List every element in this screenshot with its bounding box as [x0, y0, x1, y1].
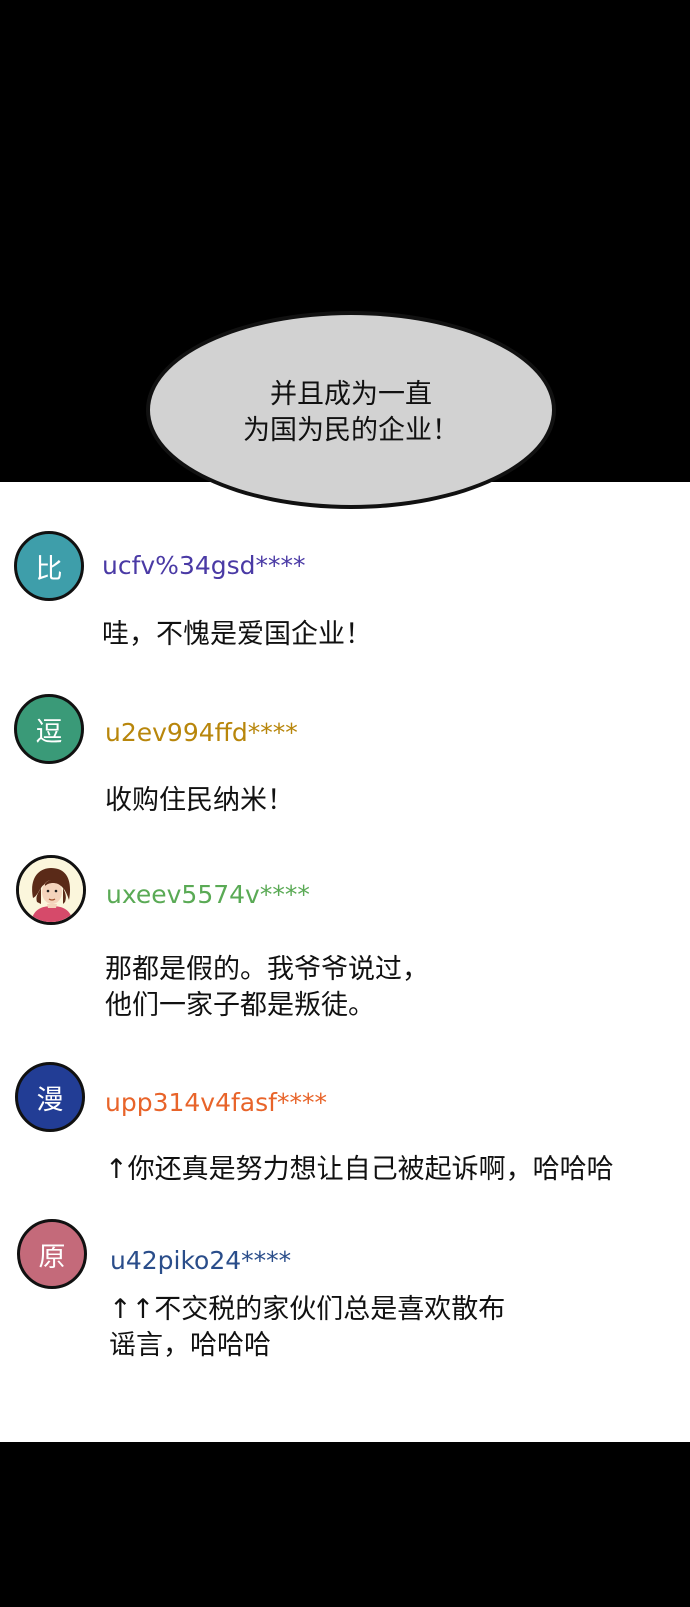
comment-text: ↑↑不交税的家伙们总是喜欢散布 谣言，哈哈哈 [109, 1292, 505, 1364]
comment-text: 哇，不愧是爱国企业！ [102, 617, 372, 653]
avatar-char: 漫 [36, 1084, 64, 1116]
comment-line: 哇，不愧是爱国企业！ [102, 619, 372, 650]
speech-line-2: 为国为民的企业！ [243, 415, 459, 446]
comment-text: 那都是假的。我爷爷说过， 他们一家子都是叛徒。 [105, 952, 429, 1024]
comment-text: ↑你还真是努力想让自己被起诉啊，哈哈哈 [105, 1152, 614, 1188]
avatar[interactable] [16, 855, 86, 925]
person-portrait-icon [19, 858, 83, 922]
comment-line: ↑你还真是努力想让自己被起诉啊，哈哈哈 [105, 1154, 614, 1185]
avatar[interactable]: 漫 [15, 1062, 85, 1132]
username[interactable]: u42piko24**** [110, 1246, 291, 1275]
speech-bubble-text: 并且成为一直 为国为民的企业！ [146, 377, 556, 449]
speech-line-1: 并且成为一直 [270, 379, 432, 410]
comment-line: ↑↑不交税的家伙们总是喜欢散布 [109, 1294, 506, 1325]
username[interactable]: uxeev5574v**** [106, 880, 310, 909]
username[interactable]: upp314v4fasf**** [105, 1088, 327, 1117]
avatar-char: 逗 [35, 716, 63, 748]
avatar-char: 原 [38, 1241, 66, 1273]
comment-line: 那都是假的。我爷爷说过， [105, 954, 429, 985]
bottom-black-panel [0, 1442, 690, 1607]
avatar-char: 比 [35, 553, 63, 585]
comment-line: 收购住民纳米！ [105, 785, 294, 816]
avatar[interactable]: 逗 [14, 694, 84, 764]
username[interactable]: u2ev994ffd**** [105, 718, 298, 747]
comment-text: 收购住民纳米！ [105, 783, 294, 819]
avatar[interactable]: 比 [14, 531, 84, 601]
avatar[interactable]: 原 [17, 1219, 87, 1289]
comment-line: 谣言，哈哈哈 [109, 1330, 271, 1361]
username[interactable]: ucfv%34gsd**** [102, 551, 306, 580]
comment-line: 他们一家子都是叛徒。 [105, 990, 375, 1021]
